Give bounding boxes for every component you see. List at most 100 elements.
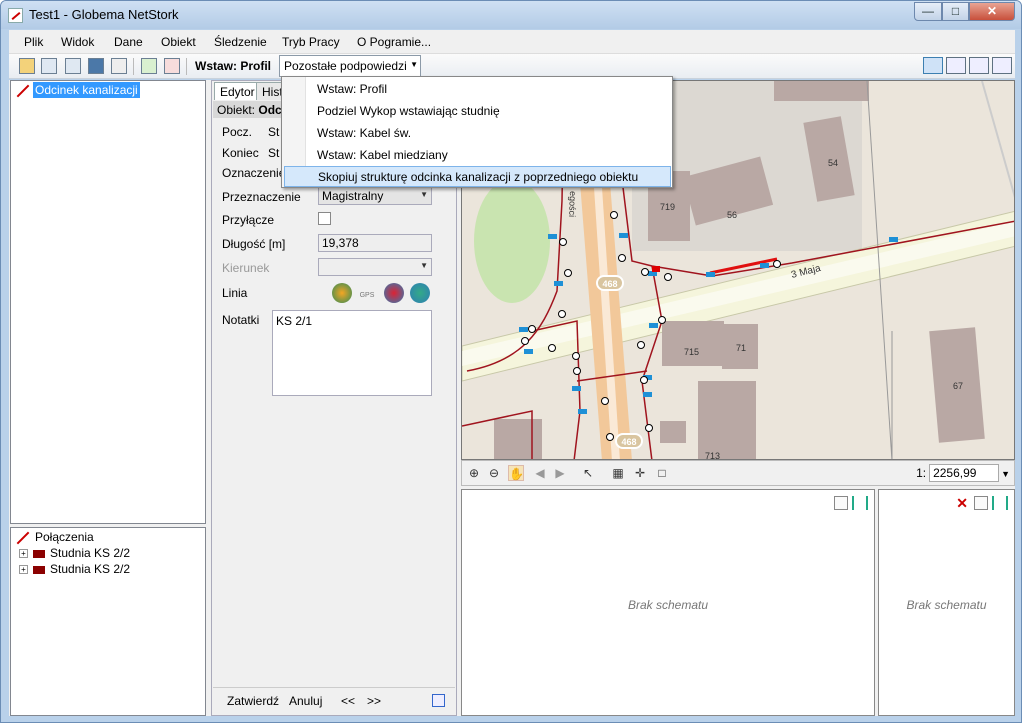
forward-icon[interactable]: ▶ <box>552 465 568 481</box>
menu-obiekt[interactable]: Obiekt <box>161 35 196 49</box>
menu-item-wstaw-profil[interactable]: Wstaw: Profil <box>284 79 671 100</box>
linia-tools: GPS <box>332 283 432 305</box>
notatki-label: Notatki <box>222 313 260 327</box>
window-title: Test1 - Globema NetStork <box>29 7 179 22</box>
fit-icon[interactable] <box>992 496 1008 510</box>
zoom-in-icon[interactable]: ⊕ <box>466 465 482 481</box>
menu-sledzenie[interactable]: Śledzenie <box>214 35 267 49</box>
screenshot-icon[interactable] <box>88 58 104 74</box>
line-icon <box>16 531 30 545</box>
manhole-icon <box>33 549 45 558</box>
close-button[interactable]: ✕ <box>969 2 1015 21</box>
select-cross-icon[interactable]: ✛ <box>632 465 648 481</box>
layout-1-icon[interactable] <box>923 57 943 74</box>
przeznaczenie-select[interactable]: Magistralny <box>318 187 432 205</box>
street-label: egości <box>567 191 578 217</box>
minimize-button[interactable]: — <box>914 2 942 21</box>
hints-dropdown-menu: Wstaw: Profil Podziel Wykop wstawiając s… <box>281 76 673 188</box>
wstaw-profil-button[interactable]: Wstaw: Profil <box>195 59 271 73</box>
menu-item-kabel-sw[interactable]: Wstaw: Kabel św. <box>284 123 671 144</box>
scale-input[interactable]: 2256,99 <box>929 464 1000 482</box>
globe-icon[interactable] <box>410 283 430 303</box>
route-badge: 468 <box>602 279 617 289</box>
przeznaczenie-label: Przeznaczenie <box>222 190 301 204</box>
delete-object-icon[interactable] <box>164 58 180 74</box>
menu-tryb-pracy[interactable]: Tryb Pracy <box>282 35 340 49</box>
connections-tree[interactable]: Połączenia + Studnia KS 2/2 + Studnia KS 2… <box>10 527 206 716</box>
menu-o-pogramie[interactable]: O Pogramie... <box>357 35 431 49</box>
menu-item-kabel-miedziany[interactable]: Wstaw: Kabel miedziany <box>284 145 671 166</box>
building-label: 67 <box>953 381 963 391</box>
scale-prefix: 1: <box>916 466 927 480</box>
expand-icon[interactable]: + <box>19 565 28 575</box>
form-icon[interactable] <box>432 694 445 707</box>
scale-control: 1: 2256,99 ▼ <box>916 464 1010 482</box>
connections-root[interactable]: Połączenia <box>35 530 94 544</box>
kierunek-select[interactable] <box>318 258 432 276</box>
oznaczenie-label: Oznaczenie <box>222 166 286 180</box>
layout-4-icon[interactable] <box>992 57 1012 74</box>
app-icon <box>8 8 23 23</box>
export-icon[interactable] <box>111 58 127 74</box>
print-preview-icon[interactable] <box>65 58 81 74</box>
building-label: 54 <box>828 158 838 168</box>
select-region-icon[interactable]: □ <box>654 465 670 481</box>
chevron-down-icon: ▼ <box>410 60 418 69</box>
route-badge: 468 <box>621 437 636 447</box>
building-label: 715 <box>684 347 699 357</box>
koniec-value[interactable]: St <box>268 146 279 160</box>
menu-dane[interactable]: Dane <box>114 35 143 49</box>
search-document-icon[interactable] <box>974 496 988 510</box>
przylacze-label: Przyłącze <box>222 213 275 227</box>
layout-3-icon[interactable] <box>969 57 989 74</box>
prev-button[interactable]: << <box>341 694 355 708</box>
menu-bar: Plik Widok Dane Obiekt Śledzenie Tryb Pr… <box>9 30 1015 54</box>
object-tree[interactable]: Odcinek kanalizacji <box>10 80 206 524</box>
expand-icon[interactable]: + <box>19 549 28 559</box>
select-area-icon[interactable]: ▦ <box>610 465 626 481</box>
hints-dropdown-label: Pozostałe podpowiedzi <box>284 59 407 73</box>
globe-add-icon[interactable] <box>332 283 352 303</box>
fit-icon[interactable] <box>852 496 868 510</box>
koniec-label: Koniec <box>222 146 259 160</box>
search-document-icon[interactable] <box>834 496 848 510</box>
tab-edytor[interactable]: Edytor <box>214 82 261 100</box>
tree-row-studnia[interactable]: + Studnia KS 2/2 <box>19 562 130 576</box>
menu-widok[interactable]: Widok <box>61 35 94 49</box>
open-folder-icon[interactable] <box>19 58 35 74</box>
zatwierdz-button[interactable]: Zatwierdź <box>227 694 279 708</box>
hints-dropdown-button[interactable]: Pozostałe podpowiedzi ▼ <box>279 55 421 77</box>
next-button[interactable]: >> <box>367 694 381 708</box>
title-bar[interactable]: Test1 - Globema NetStork — □ ✕ <box>1 1 1021 29</box>
tree-row-studnia[interactable]: + Studnia KS 2/2 <box>19 546 130 560</box>
delete-icon[interactable]: ✕ <box>956 495 968 512</box>
app-window: Test1 - Globema NetStork — □ ✕ Plik Wido… <box>0 0 1022 723</box>
menu-plik[interactable]: Plik <box>24 35 43 49</box>
maximize-button[interactable]: □ <box>942 2 969 21</box>
notatki-textarea[interactable]: KS 2/1 <box>272 310 432 396</box>
anuluj-button[interactable]: Anuluj <box>289 694 322 708</box>
back-icon[interactable]: ◀ <box>532 465 548 481</box>
dlugosc-field[interactable]: 19,378 <box>318 234 432 252</box>
zoom-out-icon[interactable]: ⊖ <box>486 465 502 481</box>
building-label: 719 <box>660 202 675 212</box>
building-label: 56 <box>727 210 737 220</box>
tree-node-odcinek[interactable]: Odcinek kanalizacji <box>33 82 140 98</box>
layout-2-icon[interactable] <box>946 57 966 74</box>
menu-item-skopiuj-strukture[interactable]: Skopiuj strukturę odcinka kanalizacji z … <box>284 166 671 187</box>
save-icon[interactable] <box>41 58 57 74</box>
chevron-down-icon[interactable]: ▼ <box>1001 469 1010 479</box>
kierunek-label: Kierunek <box>222 261 270 275</box>
gps-icon[interactable]: GPS <box>359 283 375 303</box>
pocz-value[interactable]: St <box>268 125 279 139</box>
select-arrow-icon[interactable]: ↖ <box>580 465 596 481</box>
add-object-icon[interactable] <box>141 58 157 74</box>
building-label: 71 <box>736 343 746 353</box>
pan-hand-icon[interactable]: ✋ <box>508 465 524 481</box>
globe-remove-icon[interactable] <box>384 283 404 303</box>
menu-item-podziel-wykop[interactable]: Podziel Wykop wstawiając studnię <box>284 101 671 122</box>
schematic-panel-left: Brak schematu <box>461 489 875 716</box>
building-label: 713 <box>705 451 720 460</box>
przylacze-checkbox[interactable] <box>318 212 331 225</box>
schematic-panel-right: ✕ Brak schematu <box>878 489 1015 716</box>
